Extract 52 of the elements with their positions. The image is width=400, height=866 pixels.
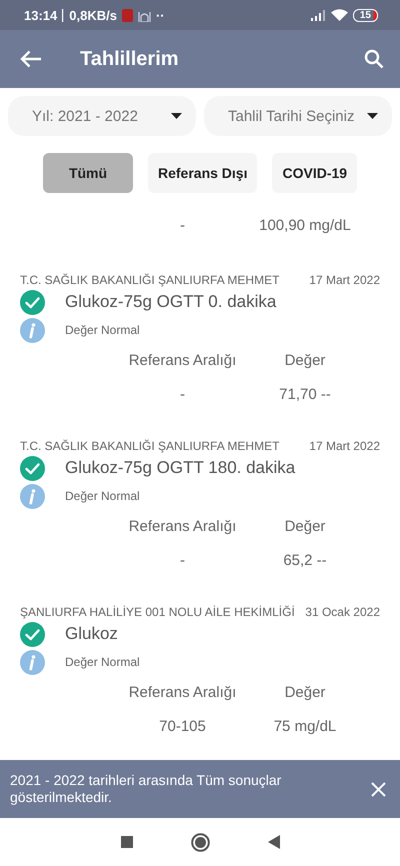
recents-button[interactable] bbox=[120, 836, 132, 848]
result-value: 100,90 mg/dL bbox=[258, 216, 352, 234]
back-nav-button[interactable] bbox=[268, 835, 280, 849]
signal-icon bbox=[310, 10, 326, 20]
divider-icon bbox=[62, 8, 64, 22]
filter-dropdown[interactable]: Tahlil Tarihi Seçiniz bbox=[204, 96, 392, 136]
reference-range: 70-105 bbox=[158, 718, 207, 734]
close-button[interactable] bbox=[369, 780, 388, 798]
result-date: 17 Mart 2022 bbox=[309, 273, 380, 287]
result-card[interactable]: T.C. SAĞLIK BAKANLIĞI ŞANLIURFA MEHMET 17 Mart 2022 Glukoz-75g OGTT 0. dakika Değer Normal Referans Aralığı Değer - 71,70 -- bbox=[0, 254, 400, 411]
test-name: Glukoz-75g OGTT 180. dakika bbox=[65, 458, 296, 478]
institution-name: T.C. SAĞLIK BAKANLIĞI ŞANLIURFA MEHMET bbox=[20, 273, 280, 287]
result-date: 31 Ocak 2022 bbox=[305, 605, 380, 619]
reference-range: - bbox=[179, 216, 186, 234]
institution-name: ŞANLIURFA HALİLİYE 001 NOLU AİLE HEKİMLİĞİ bbox=[20, 605, 295, 619]
reference-range: - bbox=[179, 552, 186, 568]
battery-indicator: 15 bbox=[352, 8, 378, 22]
test-name: Glukoz-75g OGTT 0. dakika bbox=[65, 292, 276, 312]
filter-chip[interactable]: Referans Dışı bbox=[148, 153, 258, 193]
app-notification-icon bbox=[122, 8, 133, 22]
home-button[interactable] bbox=[190, 832, 210, 852]
more-notifications: ·· bbox=[156, 8, 165, 22]
result-date: 17 Mart 2022 bbox=[309, 439, 380, 453]
caret-icon bbox=[367, 113, 378, 119]
status-note: Değer Normal bbox=[65, 655, 140, 669]
result-card[interactable]: T.C. SAĞLIK BAKANLIĞI ŞANLIURFA MEHMET 17 Mart 2022 Glukoz-75g OGTT 180. dakika Değer Normal Referans Aralığı Değer - 65,2 -- bbox=[0, 411, 400, 577]
institution-name: T.C. SAĞLIK BAKANLIĞI ŞANLIURFA MEHMET bbox=[20, 439, 280, 453]
caret-icon bbox=[171, 113, 182, 119]
result-value: 75 mg/dL bbox=[272, 718, 338, 734]
toast-message: 2021 - 2022 tarihleri arasında Tüm sonuçlar gösterilmektedir. bbox=[10, 772, 282, 806]
screen-title: Tahlillerim bbox=[80, 48, 180, 70]
status-time: 13:14 bbox=[24, 8, 58, 22]
column-label: Referans Aralığı bbox=[128, 352, 238, 368]
status-note: Değer Normal bbox=[65, 323, 140, 337]
filter-chip[interactable]: COVID-19 bbox=[272, 153, 358, 193]
back-button[interactable] bbox=[18, 48, 44, 70]
status-note: Değer Normal bbox=[65, 489, 140, 503]
test-name: Glukoz bbox=[65, 624, 118, 644]
result-value: 71,70 -- bbox=[278, 386, 332, 402]
filter-dropdown[interactable]: Yıl: 2021 - 2022 bbox=[8, 96, 196, 136]
column-label: Değer bbox=[284, 518, 326, 534]
result-card[interactable]: ŞANLIURFA HALİLİYE 001 NOLU AİLE HEKİMLİĞİ 31 Ocak 2022 Glukoz Değer Normal Referans Aralığı Değer 70-105 75 mg/dL bbox=[0, 577, 400, 743]
column-label: Değer bbox=[284, 352, 326, 368]
network-speed: 0,8KB/s bbox=[69, 8, 117, 22]
search-button[interactable] bbox=[362, 47, 386, 71]
wifi-icon bbox=[330, 9, 348, 21]
column-label: Referans Aralığı bbox=[128, 518, 238, 534]
column-label: Değer bbox=[284, 684, 326, 700]
reference-range: - bbox=[179, 386, 186, 402]
filter-chip[interactable]: Tümü bbox=[43, 153, 133, 193]
result-value: 65,2 -- bbox=[282, 552, 328, 568]
column-label: Referans Aralığı bbox=[128, 684, 238, 700]
